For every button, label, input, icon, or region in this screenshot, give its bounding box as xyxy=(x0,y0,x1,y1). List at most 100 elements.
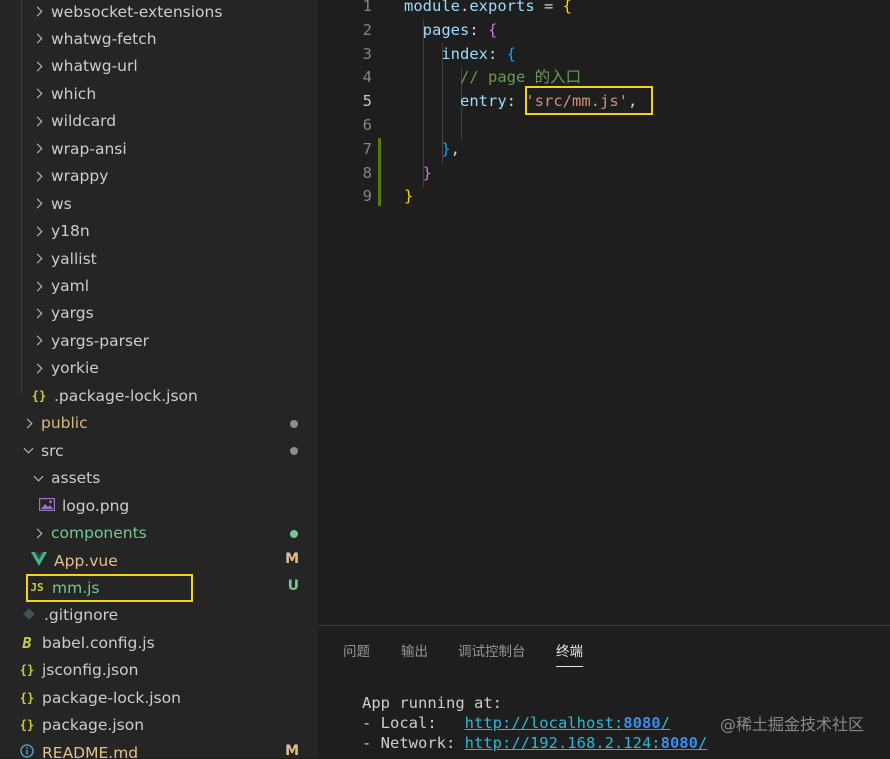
terminal-line: - Local: http://localhost:8080/ xyxy=(362,714,670,732)
tree-item-whatwg-url[interactable]: whatwg-url xyxy=(0,53,318,80)
code-token: { xyxy=(562,0,573,15)
git-file-icon xyxy=(20,608,38,623)
tree-item-label: package.json xyxy=(42,716,145,735)
tree-item-logo-png[interactable]: logo.png xyxy=(0,492,318,519)
terminal-link[interactable]: http://localhost: xyxy=(465,714,624,732)
line-number: 1 xyxy=(362,0,372,15)
tree-item-public[interactable]: public xyxy=(0,410,318,437)
tree-item-ws[interactable]: ws xyxy=(0,190,318,217)
tree-item-package-lock-json[interactable]: {} .package-lock.json xyxy=(0,382,318,409)
tree-item-label: yorkie xyxy=(51,359,99,378)
terminal-text[interactable]: 8080 xyxy=(623,714,660,732)
tree-item-label: .package-lock.json xyxy=(54,386,198,405)
chevron-right-icon[interactable] xyxy=(34,529,43,538)
tree-item-wrap-ansi[interactable]: wrap-ansi xyxy=(0,135,318,162)
tab-output[interactable]: 输出 xyxy=(401,640,428,660)
tree-item-whatwg-fetch[interactable]: whatwg-fetch xyxy=(0,25,318,52)
code-line-2[interactable]: 2 pages: { xyxy=(318,18,890,42)
code-token: { xyxy=(488,20,498,39)
tree-item-jsconfig-json[interactable]: {} jsconfig.json xyxy=(0,657,318,684)
tree-item-assets[interactable]: assets xyxy=(0,465,318,492)
code-text: }, xyxy=(404,137,460,161)
tab-problems[interactable]: 问题 xyxy=(343,640,370,660)
chevron-right-icon[interactable] xyxy=(34,89,43,98)
tree-item-label: babel.config.js xyxy=(42,633,155,652)
code-line-8[interactable]: 8 } xyxy=(318,161,890,185)
tree-item-yaml[interactable]: yaml xyxy=(0,273,318,300)
tree-item-label: whatwg-url xyxy=(51,57,138,76)
code-token: pages xyxy=(404,20,470,39)
chevron-right-icon[interactable] xyxy=(34,117,43,126)
tree-item-yargs-parser[interactable]: yargs-parser xyxy=(0,327,318,354)
code-line-3[interactable]: 3 index: { xyxy=(318,42,890,66)
tree-item-which[interactable]: which xyxy=(0,80,318,107)
code-token: } xyxy=(404,187,414,206)
terminal-text: App running at: xyxy=(362,694,502,712)
tree-item-label: .gitignore xyxy=(44,606,119,625)
tree-item-src[interactable]: src xyxy=(0,437,318,464)
chevron-down-icon[interactable] xyxy=(24,446,33,455)
chevron-right-icon[interactable] xyxy=(34,336,43,345)
tree-item-babel-config-js[interactable]: Bbabel.config.js xyxy=(0,629,318,656)
json-file-icon: {} xyxy=(19,690,35,705)
chevron-right-icon[interactable] xyxy=(34,199,43,208)
code-line-1[interactable]: 1 module.exports = { xyxy=(318,0,890,18)
chevron-right-icon[interactable] xyxy=(34,309,43,318)
tree-item-label: wildcard xyxy=(51,112,117,131)
code-line-9[interactable]: 9} xyxy=(318,184,890,208)
tree-item-label: websocket-extensions xyxy=(51,2,223,21)
tab-terminal[interactable]: 终端 xyxy=(556,640,583,667)
code-editor[interactable]: 1 module.exports = {2 pages: {3 index: { 4… xyxy=(318,0,890,625)
tree-item-app-vue[interactable]: App.vue M xyxy=(0,547,318,574)
tree-item-yorkie[interactable]: yorkie xyxy=(0,355,318,382)
tree-item-label: README.md xyxy=(42,743,139,758)
terminal-link[interactable]: http://192.168.2.124: xyxy=(465,734,661,752)
chevron-right-icon[interactable] xyxy=(34,254,43,263)
tree-item-label: wrappy xyxy=(51,167,109,186)
chevron-right-icon[interactable] xyxy=(34,34,43,43)
code-line-6[interactable]: 6 xyxy=(318,113,890,137)
tree-item-wildcard[interactable]: wildcard xyxy=(0,108,318,135)
tree-item-wrappy[interactable]: wrappy xyxy=(0,163,318,190)
tree-item-gitignore[interactable]: .gitignore xyxy=(0,602,318,629)
terminal-text[interactable]: / xyxy=(698,734,707,752)
chevron-right-icon[interactable] xyxy=(34,227,43,236)
mm-js-highlight-box xyxy=(26,574,193,602)
code-line-7[interactable]: 7 }, xyxy=(318,137,890,161)
tree-item-yargs[interactable]: yargs xyxy=(0,300,318,327)
chevron-right-icon[interactable] xyxy=(34,7,43,16)
tree-item-readme-md[interactable]: README.md M xyxy=(0,739,318,758)
tab-debug-console[interactable]: 调试控制台 xyxy=(458,640,526,660)
tree-item-package-json[interactable]: {} package.json xyxy=(0,712,318,739)
tree-item-yallist[interactable]: yallist xyxy=(0,245,318,272)
line-number: 8 xyxy=(362,163,372,182)
line-number: 4 xyxy=(362,68,372,87)
chevron-right-icon[interactable] xyxy=(34,282,43,291)
terminal-text[interactable]: 8080 xyxy=(661,734,698,752)
tree-item-y18n[interactable]: y18n xyxy=(0,218,318,245)
git-status-badge: M xyxy=(285,551,299,567)
chevron-down-icon[interactable] xyxy=(34,474,43,483)
chevron-right-icon[interactable] xyxy=(34,144,43,153)
terminal-text[interactable]: / xyxy=(661,714,670,732)
terminal-text: - Local: xyxy=(362,714,465,732)
tree-item-label: wrap-ansi xyxy=(51,139,127,158)
code-text: pages: { xyxy=(404,18,498,42)
tree-item-websocket-extensions[interactable]: websocket-extensions xyxy=(0,0,318,25)
line-number: 9 xyxy=(362,187,372,206)
tree-item-label: components xyxy=(51,524,147,543)
chevron-right-icon[interactable] xyxy=(34,172,43,181)
code-token: = xyxy=(534,0,563,15)
chevron-right-icon[interactable] xyxy=(34,62,43,71)
watermark: @稀土掘金技术社区 xyxy=(719,715,864,734)
chevron-right-icon[interactable] xyxy=(24,419,33,428)
tree-item-package-lock-json[interactable]: {} package-lock.json xyxy=(0,684,318,711)
line-number: 5 xyxy=(362,92,372,111)
chevron-right-icon[interactable] xyxy=(34,364,43,373)
json-file-icon: {} xyxy=(19,663,35,678)
explorer-sidebar: websocket-extensions whatwg-fetch whatwg-u… xyxy=(0,0,318,758)
tree-item-components[interactable]: components xyxy=(0,520,318,547)
json-file-icon: {} xyxy=(31,388,47,403)
tree-item-label: src xyxy=(41,441,64,460)
tree-item-label: ws xyxy=(51,194,72,213)
